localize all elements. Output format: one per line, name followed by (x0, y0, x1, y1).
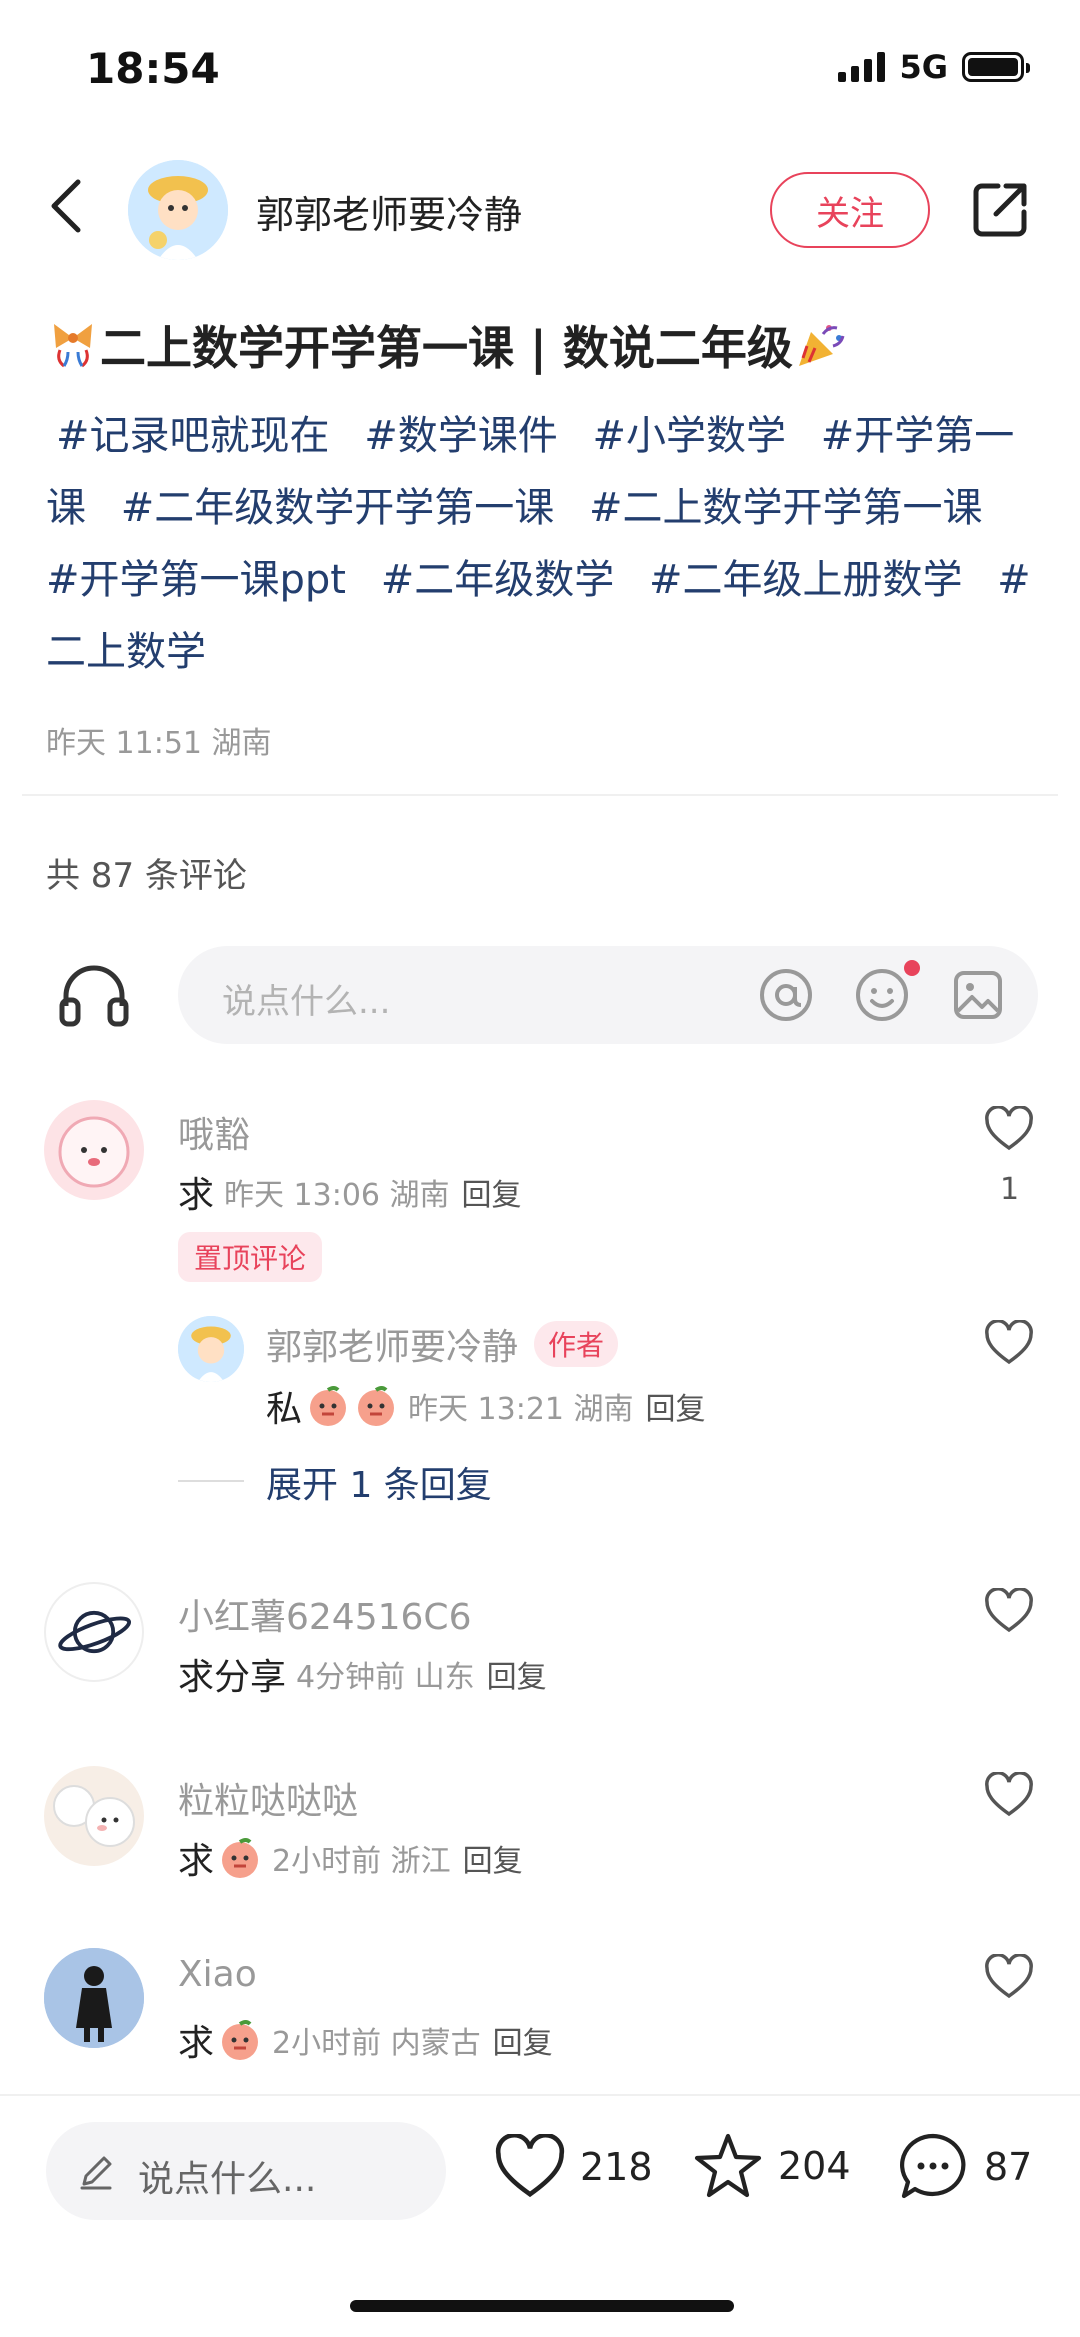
comment-input[interactable]: 说点什么... (178, 946, 1038, 1044)
heart-icon[interactable] (984, 1320, 1034, 1366)
tag-link[interactable]: #二上数学开学第一课 (589, 485, 983, 531)
reply-avatar[interactable] (178, 1316, 244, 1382)
status-icons: 5G (838, 48, 1030, 86)
peach-emoji-icon (222, 1838, 259, 1878)
tag-link[interactable]: #开学第一课ppt (46, 557, 346, 603)
reply-button[interactable]: 回复 (493, 2018, 553, 2062)
share-icon[interactable] (968, 178, 1032, 242)
reply-text: 私 (266, 1389, 303, 1430)
comment-text: 求 (178, 2023, 215, 2064)
heart-icon[interactable] (984, 1106, 1034, 1152)
pencil-icon (80, 2156, 112, 2190)
comment-text: 求分享 (178, 1657, 287, 1698)
reply-button[interactable]: 回复 (462, 1170, 522, 1214)
post-title: 二上数学开学第一课 | 数说二年级 (100, 321, 793, 375)
divider (22, 794, 1058, 796)
ribbon-emoji-icon (54, 324, 92, 368)
reply-body: 私 昨天 13:21 湖南 回复 (266, 1380, 706, 1432)
reply-time: 昨天 13:21 湖南 (408, 1392, 634, 1427)
comment-time: 4分钟前 山东 (296, 1660, 475, 1695)
tag-link[interactable]: #数学课件 (364, 413, 558, 459)
bottom-comment-input[interactable]: 说点什么... (46, 2122, 446, 2220)
comment-author[interactable]: 粒粒哒哒哒 (178, 1772, 358, 1824)
home-indicator[interactable] (350, 2300, 734, 2312)
tag-link[interactable]: #二年级上册数学 (649, 557, 963, 603)
comment-time: 2小时前 内蒙古 (272, 2026, 481, 2061)
peach-emoji-icon (222, 2020, 259, 2060)
reply-button[interactable]: 回复 (463, 1836, 523, 1880)
comment-action[interactable]: 87 (896, 2130, 1032, 2204)
comment-body: 求 2小时前 浙江 回复 (178, 1832, 523, 1884)
like-count: 1 (1000, 1172, 1020, 1207)
follow-button[interactable]: 关注 (770, 172, 930, 248)
comment-avatar[interactable] (44, 1100, 144, 1200)
comment-time: 昨天 13:06 湖南 (224, 1178, 450, 1213)
tag-link[interactable]: #记录吧就现在 (56, 413, 330, 459)
comment-count: 共 87 条评论 (46, 856, 247, 896)
collect-total: 204 (778, 2144, 851, 2188)
comment-body: 求分享 4分钟前 山东 回复 (178, 1648, 547, 1700)
peach-emoji-icon (310, 1386, 347, 1426)
comment-time: 2小时前 浙江 (272, 1844, 451, 1879)
party-popper-icon (798, 325, 845, 366)
comment-bubble-icon[interactable] (896, 2130, 970, 2204)
comment-author[interactable]: Xiao (178, 1954, 257, 1995)
status-time: 18:54 (86, 44, 220, 93)
heart-icon[interactable] (494, 2134, 566, 2200)
star-icon[interactable] (692, 2130, 764, 2202)
pinned-badge: 置顶评论 (178, 1232, 323, 1282)
heart-icon[interactable] (984, 1588, 1034, 1634)
headphone-icon[interactable] (58, 962, 130, 1028)
expand-replies-link[interactable]: 展开 1 条回复 (266, 1456, 492, 1508)
network-label: 5G (899, 48, 948, 86)
comment-avatar[interactable] (44, 1766, 144, 1866)
comment-avatar[interactable] (44, 1582, 144, 1682)
comment-text: 求 (178, 1175, 215, 1216)
like-total: 218 (580, 2145, 653, 2189)
comment-author[interactable]: 哦豁 (178, 1106, 250, 1158)
author-avatar[interactable] (128, 160, 228, 260)
like-action[interactable]: 218 (494, 2134, 653, 2200)
bottom-input-placeholder: 说点什么... (138, 2159, 317, 2200)
peach-emoji-icon (358, 1386, 395, 1426)
post-meta: 昨天 11:51 湖南 (46, 726, 272, 761)
emoji-icon[interactable] (854, 967, 910, 1023)
at-mention-icon[interactable] (758, 967, 814, 1023)
battery-icon (962, 52, 1030, 82)
heart-icon[interactable] (984, 1954, 1034, 2000)
reply-button[interactable]: 回复 (646, 1384, 706, 1428)
comment-author[interactable]: 小红薯624516C6 (178, 1588, 471, 1640)
author-name[interactable]: 郭郭老师要冷静 (256, 184, 522, 239)
comment-avatar[interactable] (44, 1948, 144, 2048)
expand-divider (178, 1480, 244, 1482)
image-icon[interactable] (950, 967, 1006, 1023)
tag-link[interactable]: #二年级数学 (381, 557, 615, 603)
notification-dot (904, 960, 920, 976)
comment-text: 求 (178, 1841, 215, 1882)
reply-button[interactable]: 回复 (487, 1652, 547, 1696)
reply-author-row: 郭郭老师要冷静 作者 (266, 1318, 619, 1370)
comment-body: 求 2小时前 内蒙古 回复 (178, 2014, 553, 2066)
comment-body: 求 昨天 13:06 湖南 回复 (178, 1166, 522, 1218)
tag-link[interactable]: #二年级数学开学第一课 (121, 485, 555, 531)
tag-link[interactable]: #小学数学 (592, 413, 786, 459)
reply-author[interactable]: 郭郭老师要冷静 (266, 1318, 518, 1370)
author-badge: 作者 (534, 1321, 619, 1367)
back-icon[interactable] (44, 176, 88, 236)
post-tags: #记录吧就现在 #数学课件 #小学数学 #开学第一课 #二年级数学开学第一课 #… (46, 400, 1046, 688)
signal-icon (838, 52, 886, 82)
collect-action[interactable]: 204 (692, 2130, 851, 2202)
heart-icon[interactable] (984, 1772, 1034, 1818)
comment-input-placeholder: 说点什么... (222, 982, 391, 1022)
post-title-row: 二上数学开学第一课 | 数说二年级 (46, 312, 847, 378)
comment-total: 87 (984, 2145, 1033, 2189)
